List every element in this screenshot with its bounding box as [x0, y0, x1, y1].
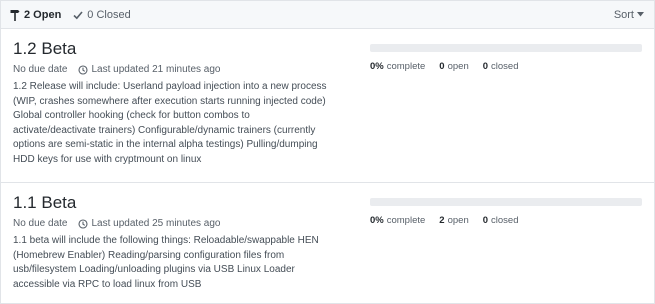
complete-label: complete: [386, 215, 426, 226]
open-label: open: [447, 61, 469, 72]
complete-value: 0%: [370, 215, 384, 226]
closed-label: closed: [491, 61, 519, 72]
milestone-meta: No due date Last updated 25 minutes ago: [13, 218, 358, 229]
milestone-description: 1.2 Release will include: Userland paylo…: [13, 81, 327, 165]
milestone-icon: [10, 9, 20, 21]
milestone-item: 1.1 Beta No due date Last updated 25 min…: [1, 183, 654, 303]
complete-label: complete: [386, 61, 426, 72]
sort-dropdown[interactable]: Sort: [614, 9, 644, 21]
open-stat[interactable]: 2 open: [439, 215, 468, 226]
closed-milestones-tab[interactable]: 0 Closed: [73, 8, 131, 21]
open-count-label: 2 Open: [24, 8, 62, 21]
open-stat[interactable]: 0 open: [439, 61, 468, 72]
progress-bar: [370, 44, 642, 52]
open-milestones-tab[interactable]: 2 Open: [10, 9, 61, 21]
milestone-description: 1.1 beta will include the following thin…: [13, 235, 319, 290]
milestone-stats: 0% complete 0 open 0 closed: [370, 61, 642, 72]
open-value: 0: [439, 61, 445, 72]
milestone-info: 1.2 Beta No due date Last updated 21 min…: [13, 39, 358, 182]
closed-value: 0: [482, 61, 489, 72]
milestone-meta: No due date Last updated 21 minutes ago: [13, 64, 358, 75]
milestones-panel: 2 Open 0 Closed Sort 1.2 Beta No due dat…: [0, 0, 655, 304]
progress-bar: [370, 198, 642, 206]
milestone-item: 1.2 Beta No due date Last updated 21 min…: [1, 29, 654, 183]
milestone-progress-section: 0% complete 0 open 0 closed: [358, 39, 642, 182]
caret-down-icon: [637, 12, 644, 17]
closed-stat[interactable]: 0 closed: [483, 215, 519, 226]
open-value: 2: [439, 215, 445, 226]
due-date: No due date: [13, 218, 68, 229]
milestone-stats: 0% complete 2 open 0 closed: [370, 215, 642, 226]
last-updated: Last updated 21 minutes ago: [91, 64, 221, 75]
clock-icon: [77, 218, 88, 229]
clock-icon: [77, 64, 88, 75]
milestone-info: 1.1 Beta No due date Last updated 25 min…: [13, 193, 358, 303]
milestone-title[interactable]: 1.2 Beta: [13, 39, 358, 59]
last-updated: Last updated 25 minutes ago: [91, 218, 221, 229]
milestone-progress-section: 0% complete 2 open 0 closed: [358, 193, 642, 303]
open-label: open: [447, 215, 469, 226]
check-icon: [73, 10, 83, 19]
complete-stat: 0% complete: [370, 215, 425, 226]
milestones-header: 2 Open 0 Closed Sort: [1, 1, 654, 29]
closed-count-label: 0 Closed: [87, 8, 131, 21]
sort-label: Sort: [613, 8, 634, 21]
closed-label: closed: [491, 215, 519, 226]
closed-stat[interactable]: 0 closed: [483, 61, 519, 72]
complete-stat: 0% complete: [370, 61, 425, 72]
closed-value: 0: [482, 215, 489, 226]
milestone-title[interactable]: 1.1 Beta: [13, 193, 358, 213]
complete-value: 0%: [370, 61, 384, 72]
due-date: No due date: [13, 64, 68, 75]
